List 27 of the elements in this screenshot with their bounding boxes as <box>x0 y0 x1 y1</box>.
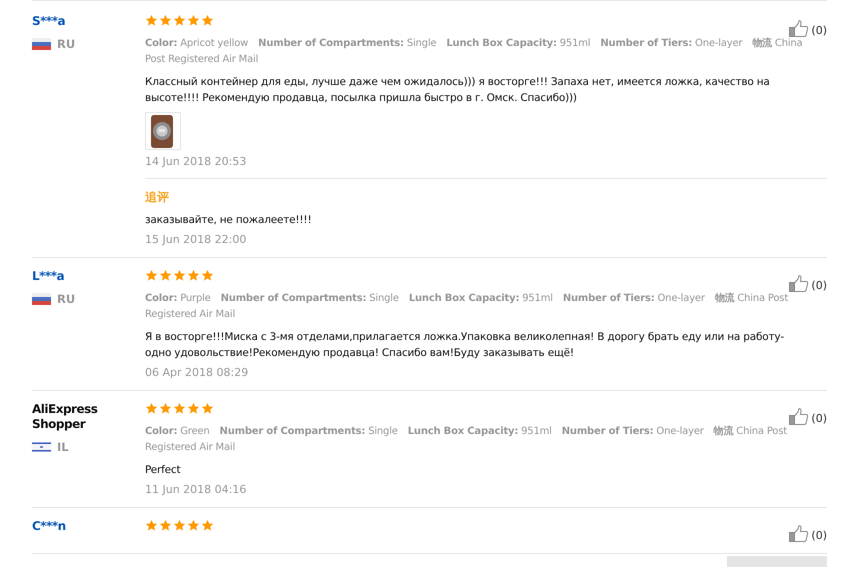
review-date: 06 Apr 2018 08:29 <box>145 366 250 379</box>
thumbs-up-icon <box>789 20 810 37</box>
thumbs-up-icon <box>789 525 810 542</box>
thumbs-up-icon <box>789 408 810 425</box>
reviewer-name[interactable]: C***n <box>32 519 102 534</box>
like-button[interactable]: (0) <box>789 275 827 292</box>
review-date: 14 Jun 2018 20:53 <box>145 155 248 168</box>
like-button[interactable]: (0) <box>789 408 827 425</box>
review-text: заказывайте, не пожалеете!!!! <box>145 213 312 228</box>
order-attributes: Color: Green Number of Compartments: Single Lunch Box Capacity: 951ml Number of Tiers: One-layer 物流 China Post Registered Air Mail <box>145 424 788 455</box>
order-attributes: Color: Apricot yellow Number of Compartments: Single Lunch Box Capacity: 951ml Number of Tiers: One-layer 物流 China Post Registered Air Mail <box>145 36 804 67</box>
review-text: Я в восторге!!!Миска с 3-мя отделами,прилагается ложка.Упаковка великолепная! В дорогу брать еду или на работу-одно удовольствие!Рекомендую продавца! Спасибо вам!Буду заказывать ещё! <box>145 330 785 361</box>
country-code: IL <box>57 440 69 454</box>
like-button[interactable]: (0) <box>789 525 827 542</box>
reviewer-name[interactable]: S***a <box>32 14 102 29</box>
reviewer-name[interactable]: AliExpress Shopper <box>32 402 102 432</box>
country-code: RU <box>57 37 76 51</box>
review-text: Perfect <box>145 463 182 478</box>
followup-label: 追评 <box>145 189 170 206</box>
reviewer-name[interactable]: L***a <box>32 269 102 284</box>
country-code: RU <box>57 292 76 306</box>
review-text: Классный контейнер для еды, лучше даже чем ожидалось))) я восторге!!! Запаха нет, имеется ложка, качество на высоте!!!! Рекомендую продавца, посылка пришла быстро в г. Омск. Спасибо))) <box>145 75 771 106</box>
like-button[interactable]: (0) <box>789 20 827 37</box>
order-attributes: Color: Purple Number of Compartments: Single Lunch Box Capacity: 951ml Number of Tiers: One-layer 物流 China Post Registered Air Mail <box>145 291 790 322</box>
review-date: 15 Jun 2018 22:00 <box>145 233 248 246</box>
thumbs-up-icon <box>789 275 810 292</box>
review-date: 11 Jun 2018 04:16 <box>145 483 248 496</box>
